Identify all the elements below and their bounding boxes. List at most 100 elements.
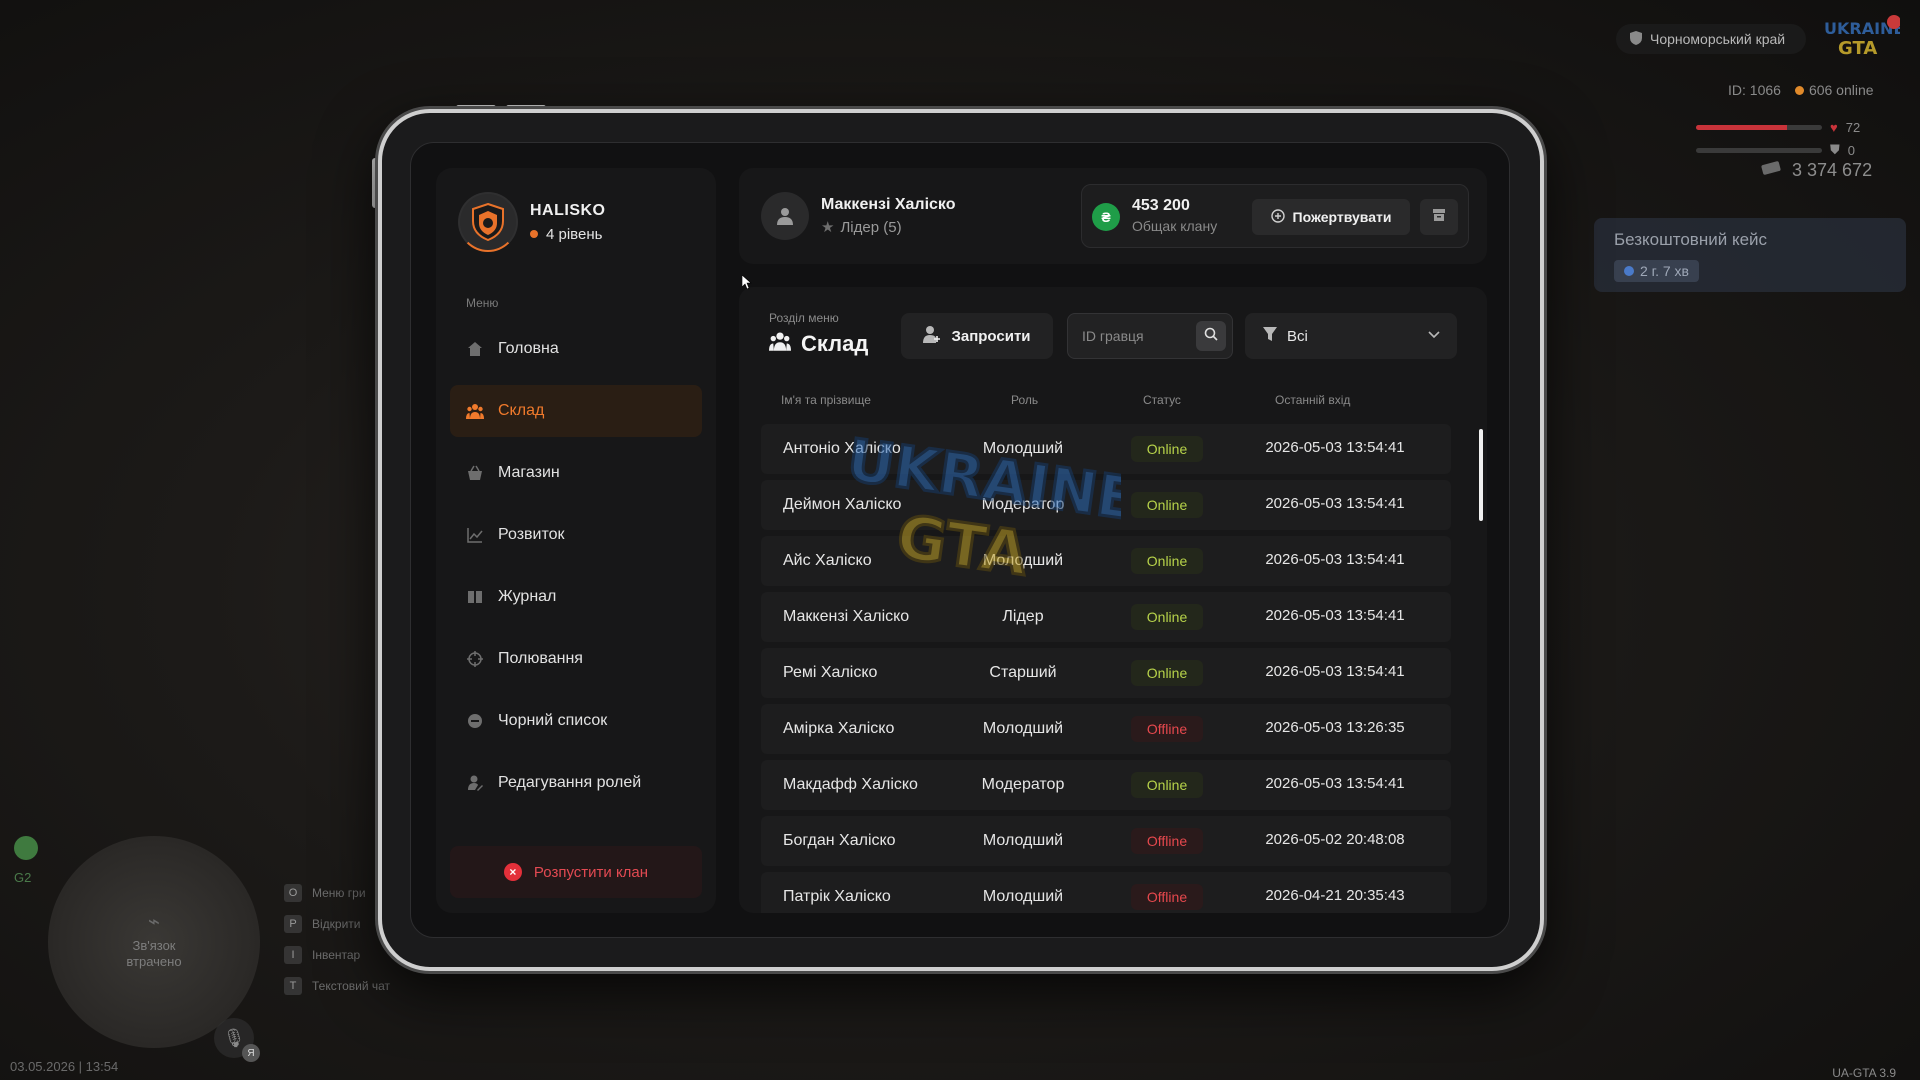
tablet-screen: HALISKO 4 рівень Меню Головна Склад Мага… bbox=[410, 142, 1510, 938]
member-name: Макдафф Халіско bbox=[783, 776, 918, 793]
book-icon bbox=[466, 588, 484, 606]
table-row[interactable]: Патрік Халіско Молодший Offline 2026-04-21 … bbox=[761, 872, 1451, 913]
search-icon bbox=[1204, 327, 1218, 346]
member-name: Маккензі Халіско bbox=[783, 608, 910, 625]
cash-icon bbox=[1760, 160, 1782, 181]
member-last-login: 2026-05-03 13:54:41 bbox=[1265, 663, 1405, 680]
money-value: 3 374 672 bbox=[1792, 160, 1873, 180]
avatar bbox=[761, 192, 809, 240]
crosshair-icon bbox=[466, 650, 484, 668]
online-dot-icon bbox=[1794, 86, 1804, 95]
home-icon bbox=[466, 340, 484, 358]
free-case-widget[interactable]: Безкоштовний кейс 2 г. 7 хв bbox=[1594, 218, 1906, 292]
player-search bbox=[1067, 313, 1233, 359]
invite-button[interactable]: Запросити bbox=[901, 313, 1053, 359]
table-scrollbar[interactable] bbox=[1479, 429, 1483, 521]
clan-level: 4 рівень bbox=[530, 226, 606, 243]
sidebar-item-role-editing[interactable]: Редагування ролей bbox=[450, 757, 702, 809]
status-badge: Offline bbox=[1131, 716, 1203, 742]
sidebar-item-label: Редагування ролей bbox=[498, 774, 642, 791]
member-last-login: 2026-05-03 13:54:41 bbox=[1265, 495, 1405, 512]
member-last-login: 2026-05-03 13:54:41 bbox=[1265, 439, 1405, 456]
no-signal-icon: ⌁ bbox=[147, 911, 161, 933]
player-id-input[interactable] bbox=[1068, 314, 1192, 358]
table-row[interactable]: Айс Халіско Молодший Online 2026-05-03 13:5… bbox=[761, 536, 1451, 586]
sidebar-item-members[interactable]: Склад bbox=[450, 385, 702, 437]
key-hint: I Інвентар bbox=[284, 946, 390, 964]
shield-icon bbox=[1630, 30, 1642, 48]
online-count: 606 online bbox=[1808, 82, 1874, 98]
status-badge: Online bbox=[1131, 660, 1203, 686]
sidebar-item-shop[interactable]: Магазин bbox=[450, 447, 702, 499]
member-last-login: 2026-04-21 20:35:43 bbox=[1265, 887, 1405, 904]
member-role: Модератор bbox=[981, 776, 1065, 793]
sidebar-item-blacklist[interactable]: Чорний список bbox=[450, 695, 702, 747]
people-icon bbox=[769, 331, 791, 357]
filter-icon bbox=[1263, 326, 1277, 346]
game-logo: UKRAINE GTA bbox=[1820, 14, 1904, 60]
member-role: Молодший bbox=[982, 720, 1064, 737]
fund-amount: 453 200 bbox=[1132, 197, 1190, 214]
clan-logo-icon bbox=[458, 192, 518, 252]
table-row[interactable]: Антоніо Халіско Молодший Online 2026-05-03 … bbox=[761, 424, 1451, 474]
page-title-text: Склад bbox=[801, 331, 869, 356]
member-last-login: 2026-05-03 13:54:41 bbox=[1265, 551, 1405, 568]
column-header-status: Статус bbox=[1143, 393, 1181, 407]
donate-button[interactable]: Пожертвувати bbox=[1252, 199, 1410, 235]
fund-label: Общак клану bbox=[1132, 218, 1218, 234]
key-label: Інвентар bbox=[312, 948, 361, 962]
member-role: Молодший bbox=[982, 888, 1064, 905]
filter-value: Всі bbox=[1287, 327, 1308, 345]
clan-level-text: 4 рівень bbox=[546, 225, 603, 243]
table-row[interactable]: Макдафф Халіско Модератор Online 2026-05-03… bbox=[761, 760, 1451, 810]
key-cap: O bbox=[284, 884, 302, 902]
search-button[interactable] bbox=[1196, 321, 1226, 351]
disband-label: Розпустити клан bbox=[533, 863, 649, 881]
member-role: Старший bbox=[989, 664, 1057, 681]
member-name: Ремі Халіско bbox=[783, 664, 878, 681]
level-dot-icon bbox=[530, 230, 538, 238]
user-role: ★ Лідер (5) bbox=[821, 218, 956, 237]
star-icon: ★ bbox=[821, 219, 835, 236]
box-icon bbox=[1432, 208, 1446, 227]
sidebar-item-home[interactable]: Головна bbox=[450, 323, 702, 375]
table-row[interactable]: Богдан Халіско Молодший Offline 2026-05-02 … bbox=[761, 816, 1451, 866]
key-hint: O Меню гри bbox=[284, 884, 390, 902]
money-display: 3 374 672 bbox=[1760, 160, 1872, 181]
heart-icon: ♥ bbox=[1830, 120, 1838, 135]
sidebar-item-development[interactable]: Розвиток bbox=[450, 509, 702, 561]
sidebar-item-label: Магазин bbox=[498, 464, 560, 481]
sidebar-item-hunting[interactable]: Полювання bbox=[450, 633, 702, 685]
minimap: ⌁ Зв'язок втрачено bbox=[48, 836, 260, 1048]
case-timer: 2 г. 7 хв bbox=[1614, 260, 1699, 282]
people-icon bbox=[466, 402, 484, 420]
table-row[interactable]: Ремі Халіско Старший Online 2026-05-03 13:5… bbox=[761, 648, 1451, 698]
status-badge: Online bbox=[1131, 772, 1203, 798]
member-role: Модератор bbox=[981, 496, 1065, 513]
storage-button[interactable] bbox=[1420, 199, 1458, 235]
disband-clan-button[interactable]: × Розпустити клан bbox=[450, 846, 702, 898]
current-user: Маккензі Халіско ★ Лідер (5) bbox=[761, 192, 956, 240]
armor-track bbox=[1696, 147, 1822, 153]
column-header-name: Ім'я та прізвище bbox=[781, 393, 871, 407]
table-row[interactable]: Амірка Халіско Молодший Offline 2026-05-03 … bbox=[761, 704, 1451, 754]
status-badge: Offline bbox=[1131, 884, 1203, 910]
status-badge: Online bbox=[1131, 604, 1203, 630]
health-value: 72 bbox=[1845, 120, 1861, 135]
chevron-down-icon bbox=[1427, 327, 1441, 345]
player-id-line: ID: 1066 606 online bbox=[1728, 82, 1874, 98]
status-filter-select[interactable]: Всі bbox=[1245, 313, 1457, 359]
sidebar-menu: Головна Склад Магазин Розвиток Журнал По… bbox=[450, 323, 702, 819]
clan-fund: ₴ 453 200 Общак клану Пожертвувати bbox=[1081, 184, 1469, 248]
sidebar-item-label: Розвиток bbox=[498, 526, 565, 543]
game-datetime: 03.05.2026 | 13:54 bbox=[10, 1059, 119, 1074]
section-subtitle: Розділ меню bbox=[769, 311, 839, 325]
table-row[interactable]: Деймон Халіско Модератор Online 2026-05-03 … bbox=[761, 480, 1451, 530]
table-row[interactable]: Маккензі Халіско Лідер Online 2026-05-03 13… bbox=[761, 592, 1451, 642]
member-role: Молодший bbox=[982, 552, 1064, 569]
online-count-wrap: 606 online bbox=[1794, 82, 1874, 98]
sidebar-item-label: Склад bbox=[498, 402, 545, 419]
sidebar-item-journal[interactable]: Журнал bbox=[450, 571, 702, 623]
key-label: Відкрити bbox=[312, 917, 361, 931]
user-edit-icon bbox=[466, 774, 484, 792]
